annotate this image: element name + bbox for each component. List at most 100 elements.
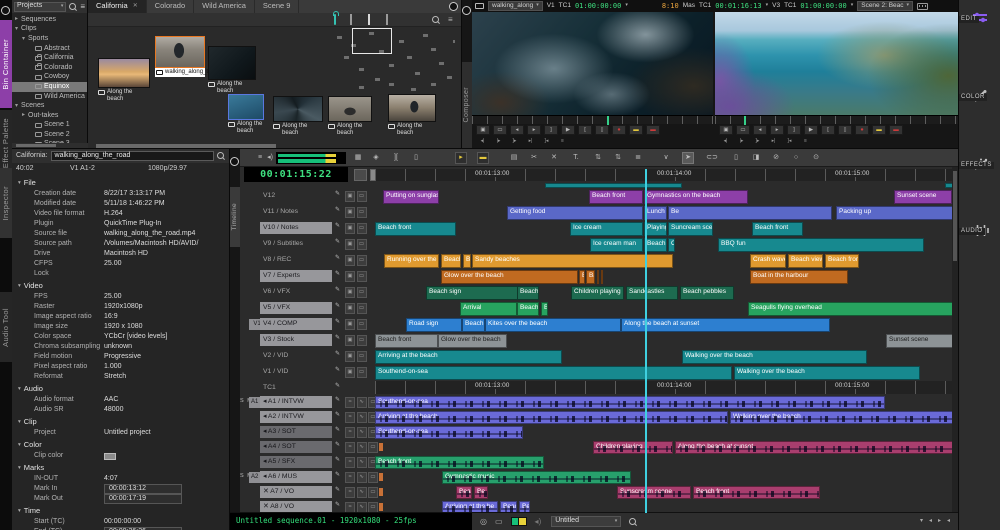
go-to-out-button[interactable]: ]▸ <box>751 138 764 146</box>
toggle-button[interactable]: ▭ <box>357 303 367 314</box>
track-selector-v7-experts[interactable]: V7 / Experts <box>260 270 332 282</box>
bin-clip-along-the-beach[interactable]: Along the beach <box>328 96 372 137</box>
toggle-button[interactable]: ≈ <box>345 472 355 483</box>
overwrite-icon[interactable]: ▬ <box>477 152 489 164</box>
pencil-icon[interactable]: ✎ <box>335 303 340 310</box>
clip-southend-on-sea[interactable]: Southend-on-sea <box>375 426 523 439</box>
workspace-audio[interactable]: AUDIO <box>959 224 1000 239</box>
speaker-icon[interactable]: ◂) <box>264 152 276 164</box>
keyboard-icon[interactable] <box>917 3 928 10</box>
tree-item-california[interactable]: California <box>12 53 87 63</box>
pencil-icon[interactable]: ✎ <box>335 207 340 214</box>
clip-walking-over-the-beach[interactable]: Walking over the beach <box>730 411 954 424</box>
clip-along-the-beach-at-sunset[interactable]: Along the beach at sunset <box>621 318 830 332</box>
source-timecode[interactable]: 01:00:00:00 <box>575 2 621 10</box>
clip-glow-over-the-beach[interactable]: Glow over the beach <box>438 334 507 348</box>
track-selector-v2-vid[interactable]: V2 / VID <box>260 350 332 362</box>
clip-arriving-at-the-beach[interactable]: Arriving at the beach <box>375 411 728 424</box>
clip-crash-wave[interactable]: Crash wave <box>750 254 786 268</box>
gang-button[interactable]: ▭ <box>736 125 750 135</box>
pencil-icon[interactable]: ✎ <box>335 427 340 434</box>
marker-menu-icon[interactable]: ∨ <box>660 152 672 164</box>
clip-southend-on-sea[interactable]: Southend-on-sea <box>375 396 885 409</box>
toggle-button[interactable]: ∿ <box>357 472 367 483</box>
go-to-in-button[interactable]: ]◂ <box>783 138 796 146</box>
clip-name-field[interactable]: walking_along_the_road <box>51 151 214 161</box>
bin-clip-along-the-beach[interactable]: Along the beach <box>273 96 323 137</box>
clip-c[interactable]: C <box>668 238 675 252</box>
playhead[interactable] <box>645 169 647 513</box>
tab-audio-tool[interactable]: Audio Tool <box>0 292 12 362</box>
bin-collapse-icon[interactable] <box>449 2 458 11</box>
minimap-selection[interactable] <box>352 28 392 54</box>
pencil-icon[interactable]: ✎ <box>335 472 340 479</box>
slip-icon[interactable]: ⊘ <box>770 152 782 164</box>
toggle-button[interactable]: ≈ <box>345 442 355 453</box>
go-to-out-button[interactable]: ]▸ <box>508 138 521 146</box>
clip-be[interactable]: Be <box>463 254 471 268</box>
toggle-button[interactable]: ∿ <box>357 457 367 468</box>
clip-beac[interactable]: Beac <box>456 486 472 499</box>
track-selector-v5-vfx[interactable]: V5 / VFX <box>260 302 332 314</box>
toggle-button[interactable]: ▭ <box>357 255 367 266</box>
toggle-button[interactable]: ≈ <box>345 427 355 438</box>
toggle-button[interactable]: ∿ <box>357 427 367 438</box>
clip-kites-over-the-beach[interactable]: Kites over the beach <box>485 318 621 332</box>
sequence-dropdown[interactable]: Untitled▾ <box>551 516 621 527</box>
clip-seagulls-flying-overhead[interactable]: Seagulls flying overhead <box>748 302 958 316</box>
step-backward-button[interactable]: ◂ <box>510 125 524 135</box>
next-clip-button[interactable]: |▸ <box>735 138 748 146</box>
clip-walking-over-the-beach[interactable]: Walking over the beach <box>682 350 867 364</box>
toggle-button[interactable]: ≈ <box>345 457 355 468</box>
lift-icon[interactable]: ▤ <box>508 152 520 164</box>
list-view-icon[interactable] <box>386 15 388 24</box>
clip-lunch[interactable]: Lunch <box>644 206 667 220</box>
pencil-icon[interactable]: ✎ <box>335 287 340 294</box>
toggle-button[interactable]: ▣ <box>345 207 355 218</box>
clip-sunscream-scene[interactable]: Sunscream scene <box>617 486 691 499</box>
source-monitor[interactable] <box>472 12 713 115</box>
toggle-button[interactable]: ∿ <box>357 502 367 513</box>
pencil-icon[interactable]: ✎ <box>335 367 340 374</box>
section-header-time[interactable]: ▾Time <box>12 506 229 517</box>
toggle-button[interactable]: ▣ <box>345 191 355 202</box>
collapse-up-icon[interactable]: ⇅ <box>592 152 604 164</box>
record-timecode[interactable]: 01:00:00:00 <box>800 2 846 10</box>
source-clip-dropdown[interactable]: walking_along▾ <box>488 1 543 11</box>
next-clip-button[interactable]: |▸ <box>492 138 505 146</box>
clip-beach-front[interactable]: Beach front <box>589 190 643 204</box>
prev-clip-button[interactable]: ◂| <box>476 138 489 146</box>
toggle-button[interactable]: ▭ <box>357 239 367 250</box>
toggle-button[interactable]: ▭ <box>357 319 367 330</box>
workspace-edit[interactable]: EDIT <box>959 12 1000 25</box>
grid-view-icon[interactable] <box>368 15 370 24</box>
clip-be[interactable]: Be <box>668 206 832 220</box>
clip-segment[interactable] <box>597 270 599 284</box>
play-in-out-button[interactable]: ▯ <box>595 125 609 135</box>
tab-inspector[interactable]: Inspector <box>0 168 12 238</box>
pencil-icon[interactable]: ✎ <box>335 502 340 509</box>
clip-be[interactable]: Be <box>541 302 548 316</box>
clip-arrival[interactable]: Arrival <box>460 302 517 316</box>
toggle-button[interactable]: ▣ <box>345 303 355 314</box>
record-dot[interactable]: ● <box>612 125 626 135</box>
clip-arriving-at-the-beach[interactable]: Arriving at the beach <box>375 350 562 364</box>
gang-button[interactable]: ▭ <box>493 125 507 135</box>
tab-composer[interactable]: Composer <box>462 62 472 148</box>
track-selector-a1-intvw[interactable]: ◂ A1 / INTVW <box>260 396 332 408</box>
track-selector-a2-intvw[interactable]: ◂ A2 / INTVW <box>260 411 332 423</box>
tree-item-clips[interactable]: ▾Clips <box>12 25 87 35</box>
keyframe-icon[interactable]: ◈ <box>370 152 382 164</box>
property-value[interactable]: 00:00:17:19 <box>104 494 182 504</box>
toggle-button[interactable]: ▭ <box>357 191 367 202</box>
close-tab-icon[interactable]: ✕ <box>133 3 138 10</box>
focus-icon[interactable]: ◎ <box>480 517 487 526</box>
clip-beach-front[interactable]: Beach front <box>825 254 859 268</box>
master-timecode[interactable]: 00:01:16:13 <box>715 2 761 10</box>
play-button[interactable]: ▶ <box>561 125 575 135</box>
bin-clip-along-the-beach[interactable]: Along the beach <box>98 58 150 103</box>
track-selector-a3-sot[interactable]: ◂ A3 / SOT <box>260 426 332 438</box>
property-value[interactable]: 00:00:13:12 <box>104 484 182 494</box>
workspace-color[interactable]: COLOR <box>959 90 1000 105</box>
cut-icon[interactable]: ✂ <box>528 152 540 164</box>
